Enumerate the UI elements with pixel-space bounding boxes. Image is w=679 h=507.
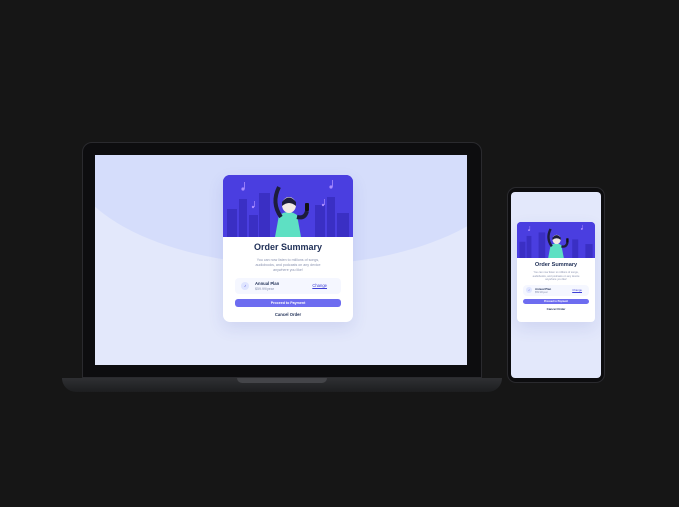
card-description: You can now listen to millions of songs,…: [532, 271, 580, 281]
laptop-notch: [237, 378, 327, 383]
plan-details: Annual Plan $59.99/year: [535, 287, 572, 294]
cancel-order-button[interactable]: Cancel Order: [523, 306, 589, 312]
card-title: Order Summary: [253, 242, 323, 252]
music-note-icon: ♪: [526, 287, 532, 293]
phone-mockup: Order Summary You can now listen to mill…: [507, 187, 605, 383]
hero-illustration: [223, 175, 353, 237]
plan-box: ♪ Annual Plan $59.99/year Change: [235, 277, 341, 294]
card-body: Order Summary You can now listen to mill…: [223, 237, 353, 319]
card-description: You can now listen to millions of songs,…: [255, 258, 321, 272]
plan-price: $59.99/year: [535, 290, 548, 294]
cancel-order-button[interactable]: Cancel Order: [235, 311, 341, 319]
order-summary-card-mobile: Order Summary You can now listen to mill…: [517, 222, 595, 322]
phone-screen: Order Summary You can now listen to mill…: [511, 192, 601, 378]
music-note-icon: ♪: [241, 281, 249, 290]
change-plan-link[interactable]: Change: [572, 288, 582, 292]
plan-name: Annual Plan: [255, 280, 280, 286]
proceed-to-payment-button[interactable]: Proceed to Payment: [235, 298, 341, 307]
plan-details: Annual Plan $59.99/year: [255, 281, 312, 291]
hero-illustration: [517, 222, 595, 258]
card-body: Order Summary You can now listen to mill…: [517, 258, 595, 312]
order-summary-card: Order Summary You can now listen to mill…: [223, 175, 353, 322]
laptop-mockup: Order Summary You can now listen to mill…: [62, 142, 502, 398]
change-plan-link[interactable]: Change: [312, 283, 327, 288]
plan-box: ♪ Annual Plan $59.99/year Change: [523, 284, 589, 296]
laptop-screen: Order Summary You can now listen to mill…: [95, 155, 467, 365]
card-title: Order Summary: [534, 262, 578, 268]
laptop-lid: Order Summary You can now listen to mill…: [82, 142, 482, 378]
plan-price: $59.99/year: [255, 286, 274, 291]
proceed-to-payment-button[interactable]: Proceed to Payment: [523, 298, 589, 304]
